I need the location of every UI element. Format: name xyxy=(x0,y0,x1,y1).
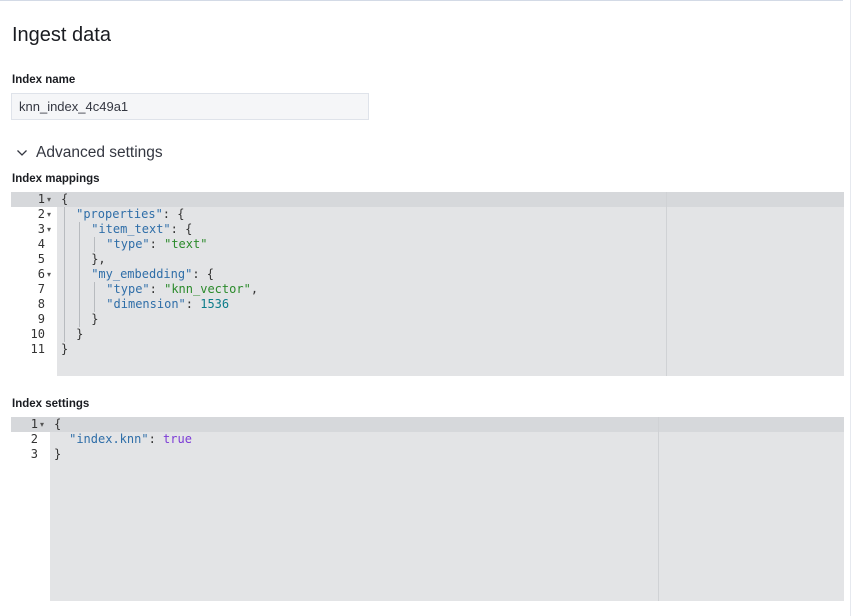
code-line: "my_embedding": { xyxy=(91,267,214,282)
code-token: 1536 xyxy=(200,297,230,311)
code-token: : xyxy=(149,282,165,296)
fold-toggle-icon[interactable]: ▾ xyxy=(47,192,51,207)
code-token: "dimension" xyxy=(106,297,186,311)
code-token: "knn_vector" xyxy=(164,282,251,296)
scrollbar-track[interactable] xyxy=(850,0,851,616)
fold-toggle-icon[interactable]: ▾ xyxy=(40,417,44,432)
code-line: "type": "knn_vector", xyxy=(106,282,258,297)
line-number: 3 xyxy=(37,222,45,236)
active-line-highlight xyxy=(11,192,844,207)
code-token: , xyxy=(250,282,259,296)
code-token: : xyxy=(148,432,164,446)
code-line: } xyxy=(91,312,98,327)
print-margin xyxy=(666,192,667,376)
code-token: } xyxy=(91,312,99,326)
code-token: : xyxy=(149,237,165,251)
code-token: "item_text" xyxy=(91,222,171,236)
line-number: 1 xyxy=(30,417,38,431)
line-number: 7 xyxy=(37,282,45,296)
code-token: } xyxy=(76,327,84,341)
code-token: "index.knn" xyxy=(69,432,149,446)
indent-guide xyxy=(64,207,65,342)
code-token: } xyxy=(54,447,62,461)
chevron-down-icon xyxy=(17,150,27,156)
print-margin xyxy=(658,417,659,601)
line-number: 2 xyxy=(37,207,45,221)
advanced-settings-toggle[interactable]: Advanced settings xyxy=(16,144,163,162)
code-token: { xyxy=(54,417,62,431)
code-line: } xyxy=(76,327,83,342)
code-token: : { xyxy=(192,267,215,281)
line-number: 2 xyxy=(30,432,38,446)
indent-guide xyxy=(94,282,96,312)
line-number: 9 xyxy=(37,312,45,326)
fold-toggle-icon[interactable]: ▾ xyxy=(47,267,51,282)
code-line: "dimension": 1536 xyxy=(106,297,229,312)
code-token: : xyxy=(185,297,201,311)
index-settings-label: Index settings xyxy=(12,398,90,410)
line-number: 3 xyxy=(30,447,38,461)
code-token: "type" xyxy=(106,237,150,251)
code-line: "properties": { xyxy=(76,207,184,222)
line-number: 1 xyxy=(37,192,45,206)
code-line: } xyxy=(61,342,68,357)
top-divider xyxy=(0,0,843,1)
code-line: } xyxy=(54,447,61,462)
code-token: }, xyxy=(91,252,106,266)
page-title: Ingest data xyxy=(12,24,111,46)
fold-toggle-icon[interactable]: ▾ xyxy=(47,222,51,237)
code-token: "type" xyxy=(106,282,150,296)
indent-guide xyxy=(79,222,81,267)
index-mappings-editor[interactable]: 1 ▾ 2 ▾ 3 ▾ 4 5 6 ▾ 7 8 9 10 11{"properties": {"item_t… xyxy=(11,192,844,376)
active-line-highlight xyxy=(11,417,844,432)
index-mappings-label: Index mappings xyxy=(12,173,100,185)
line-number: 11 xyxy=(30,342,45,356)
index-name-input[interactable] xyxy=(11,93,369,120)
code-token: : { xyxy=(170,222,193,236)
code-token: } xyxy=(61,342,69,356)
fold-toggle-icon[interactable]: ▾ xyxy=(47,207,51,222)
code-line: }, xyxy=(91,252,105,267)
code-token: true xyxy=(163,432,192,446)
indent-guide xyxy=(94,237,96,252)
code-token: "text" xyxy=(164,237,208,251)
indent-guide xyxy=(79,267,81,327)
line-number: 6 xyxy=(37,267,45,281)
code-token: : { xyxy=(162,207,185,221)
line-number: 10 xyxy=(30,327,45,341)
line-number: 8 xyxy=(37,297,45,311)
line-number: 5 xyxy=(37,252,45,266)
code-token: "my_embedding" xyxy=(91,267,193,281)
index-settings-editor[interactable]: 1 ▾ 2 3 { "index.knn": true} xyxy=(11,417,844,601)
code-line: "item_text": { xyxy=(91,222,192,237)
code-line: "index.knn": true xyxy=(69,432,192,447)
code-token: { xyxy=(61,192,69,206)
code-token: "properties" xyxy=(76,207,163,221)
code-line: { xyxy=(61,192,68,207)
advanced-settings-label: Advanced settings xyxy=(36,144,163,161)
line-number: 4 xyxy=(37,237,45,251)
index-name-label: Index name xyxy=(12,74,76,86)
code-line: "type": "text" xyxy=(106,237,207,252)
code-line: { xyxy=(54,417,61,432)
